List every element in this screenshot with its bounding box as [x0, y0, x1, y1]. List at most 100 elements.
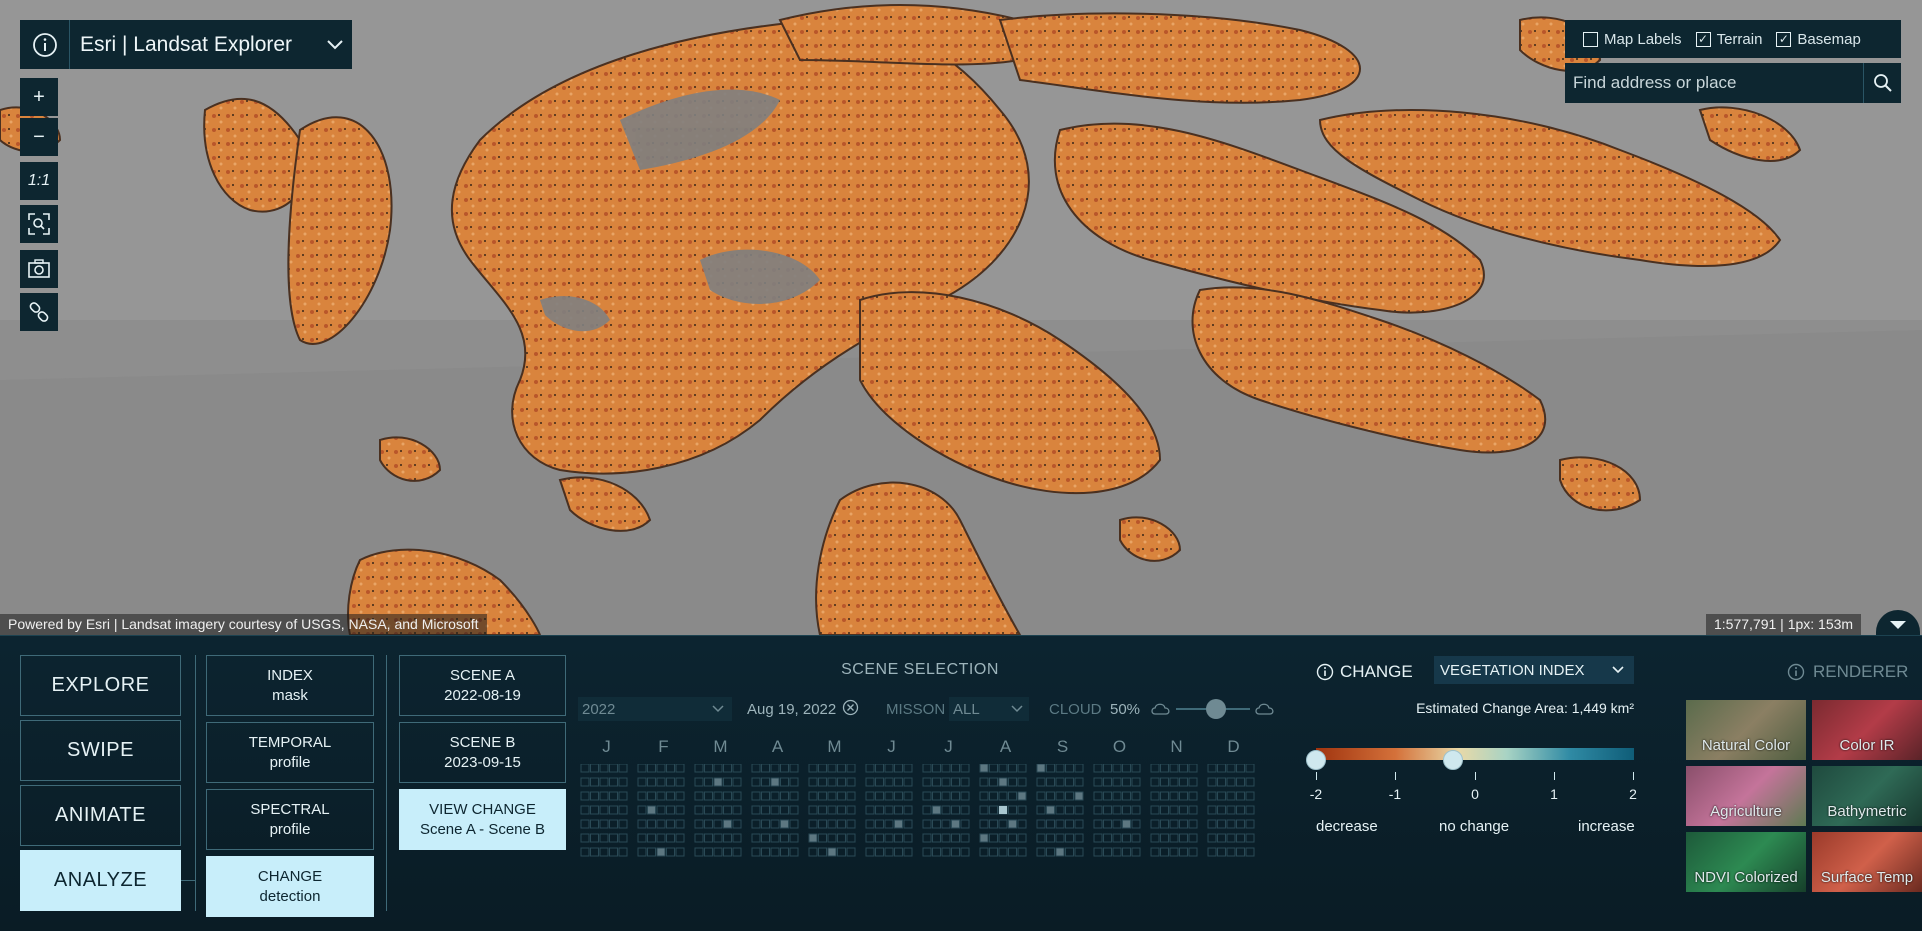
calendar-day-cell[interactable]	[618, 764, 628, 773]
calendar-day-cell[interactable]	[656, 833, 666, 843]
calendar-day-cell[interactable]	[1065, 777, 1074, 787]
calendar-day-cell[interactable]	[846, 819, 856, 829]
calendar-day-cell[interactable]	[827, 805, 837, 815]
calendar-day-cell[interactable]	[1103, 791, 1112, 801]
calendar-day-cell[interactable]	[1245, 819, 1255, 829]
calendar-day-cell[interactable]	[932, 805, 941, 815]
calendar-day-cell[interactable]	[590, 764, 599, 773]
info-button[interactable]	[20, 20, 70, 69]
calendar-day-cell[interactable]	[989, 791, 998, 801]
renderer-color-ir[interactable]: Color IR	[1812, 700, 1922, 760]
calendar-day-cell[interactable]	[656, 764, 666, 773]
calendar-day-cell[interactable]	[1103, 764, 1112, 773]
calendar-day-cell[interactable]	[960, 805, 970, 815]
calendar-day-cell[interactable]	[1217, 777, 1226, 787]
zoom-to-extent-button[interactable]	[20, 205, 58, 243]
map-labels-toggle[interactable]: Map Labels	[1583, 31, 1682, 48]
calendar-day-cell[interactable]	[751, 805, 761, 815]
calendar-day-cell[interactable]	[1226, 847, 1236, 857]
calendar-day-cell[interactable]	[599, 777, 609, 787]
calendar-day-cell[interactable]	[1236, 777, 1245, 787]
calendar-day-cell[interactable]	[1217, 847, 1226, 857]
calendar-day-cell[interactable]	[941, 819, 951, 829]
calendar-day-cell[interactable]	[1236, 833, 1245, 843]
calendar-day-cell[interactable]	[732, 847, 742, 857]
calendar-day-cell[interactable]	[1046, 777, 1055, 787]
calendar-day-cell[interactable]	[1160, 833, 1169, 843]
calendar-day-cell[interactable]	[989, 833, 998, 843]
calendar-day-cell[interactable]	[789, 764, 799, 773]
calendar-day-cell[interactable]	[732, 764, 742, 773]
calendar-day-cell[interactable]	[998, 764, 1008, 773]
calendar-day-cell[interactable]	[1131, 791, 1141, 801]
calendar-day-cell[interactable]	[932, 777, 941, 787]
calendar-day-cell[interactable]	[903, 833, 913, 843]
calendar-day-cell[interactable]	[637, 791, 647, 801]
calendar-day-cell[interactable]	[666, 819, 675, 829]
calendar-day-cell[interactable]	[732, 791, 742, 801]
calendar-day-cell[interactable]	[903, 791, 913, 801]
calendar-day-cell[interactable]	[1122, 777, 1131, 787]
calendar-day-cell[interactable]	[618, 777, 628, 787]
calendar-day-cell[interactable]	[694, 805, 704, 815]
calendar-day-cell[interactable]	[979, 791, 989, 801]
calendar-day-cell[interactable]	[704, 833, 713, 843]
calendar-day-cell[interactable]	[1122, 791, 1131, 801]
calendar-day-cell[interactable]	[1226, 805, 1236, 815]
mode-explore-button[interactable]: EXPLORE	[20, 655, 181, 716]
calendar-day-cell[interactable]	[1179, 847, 1188, 857]
calendar-day-cell[interactable]	[1093, 791, 1103, 801]
calendar-day-cell[interactable]	[647, 805, 656, 815]
calendar-day-cell[interactable]	[590, 791, 599, 801]
calendar-day-cell[interactable]	[1207, 777, 1217, 787]
calendar-day-cell[interactable]	[1217, 764, 1226, 773]
calendar-day-cell[interactable]	[1017, 777, 1027, 787]
calendar-day-cell[interactable]	[808, 791, 818, 801]
calendar-day-cell[interactable]	[789, 777, 799, 787]
calendar-day-cell[interactable]	[761, 764, 770, 773]
calendar-day-cell[interactable]	[941, 777, 951, 787]
calendar-day-cell[interactable]	[960, 847, 970, 857]
calendar-day-cell[interactable]	[723, 805, 732, 815]
calendar-day-cell[interactable]	[1017, 833, 1027, 843]
calendar-day-cell[interactable]	[647, 791, 656, 801]
calendar-day-cell[interactable]	[1245, 764, 1255, 773]
calendar-day-cell[interactable]	[1112, 833, 1122, 843]
calendar-day-cell[interactable]	[1074, 819, 1084, 829]
temporal-profile-button[interactable]: TEMPORAL profile	[206, 722, 374, 783]
calendar-day-cell[interactable]	[1046, 819, 1055, 829]
calendar-day-cell[interactable]	[979, 833, 989, 843]
calendar-day-cell[interactable]	[1103, 805, 1112, 815]
calendar-day-cell[interactable]	[1207, 805, 1217, 815]
calendar-day-cell[interactable]	[609, 777, 618, 787]
calendar-day-cell[interactable]	[770, 764, 780, 773]
calendar-day-cell[interactable]	[1131, 764, 1141, 773]
calendar-day-cell[interactable]	[618, 805, 628, 815]
calendar-day-cell[interactable]	[865, 777, 875, 787]
calendar-day-cell[interactable]	[666, 833, 675, 843]
calendar-day-cell[interactable]	[837, 791, 846, 801]
renderer-natural-color[interactable]: Natural Color	[1686, 700, 1806, 760]
calendar-day-cell[interactable]	[1188, 764, 1198, 773]
calendar-day-cell[interactable]	[1008, 833, 1017, 843]
calendar-day-cell[interactable]	[675, 777, 685, 787]
calendar-day-cell[interactable]	[1188, 791, 1198, 801]
calendar-day-cell[interactable]	[656, 847, 666, 857]
calendar-day-cell[interactable]	[922, 777, 932, 787]
calendar-day-cell[interactable]	[1188, 833, 1198, 843]
scene-b-button[interactable]: SCENE B 2023-09-15	[399, 722, 566, 783]
calendar-day-cell[interactable]	[1093, 805, 1103, 815]
calendar-day-cell[interactable]	[846, 833, 856, 843]
calendar-day-cell[interactable]	[1093, 764, 1103, 773]
cloud-slider[interactable]	[1150, 697, 1276, 721]
calendar-day-cell[interactable]	[637, 847, 647, 857]
calendar-day-cell[interactable]	[599, 819, 609, 829]
calendar-day-cell[interactable]	[590, 777, 599, 787]
calendar-day-cell[interactable]	[846, 791, 856, 801]
calendar-day-cell[interactable]	[989, 805, 998, 815]
calendar-day-cell[interactable]	[580, 819, 590, 829]
calendar-day-cell[interactable]	[751, 764, 761, 773]
calendar-day-cell[interactable]	[1046, 791, 1055, 801]
calendar-day-cell[interactable]	[932, 833, 941, 843]
calendar-day-cell[interactable]	[1160, 764, 1169, 773]
